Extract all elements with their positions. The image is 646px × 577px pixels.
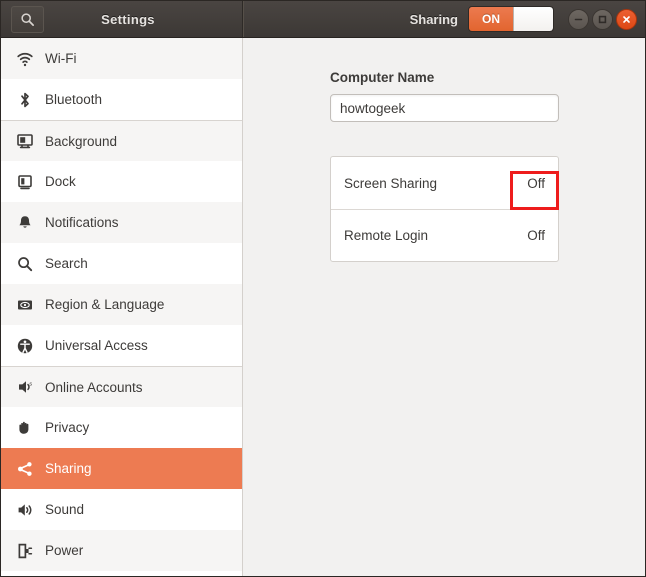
remote-login-row[interactable]: Remote Login Off bbox=[331, 209, 558, 261]
app-title: Settings bbox=[101, 11, 155, 27]
sidebar-item-label: Privacy bbox=[45, 420, 90, 435]
sidebar-item-label: Wi-Fi bbox=[45, 51, 77, 66]
sidebar-item-label: Search bbox=[45, 256, 88, 271]
sidebar-item-label: Sharing bbox=[45, 461, 92, 476]
sidebar-item-label: Dock bbox=[45, 174, 76, 189]
background-icon bbox=[11, 132, 39, 150]
titlebar-right-section: Sharing ON bbox=[243, 1, 645, 37]
settings-window: Settings Sharing ON Wi-Fi Bluetooth Back… bbox=[0, 0, 646, 577]
titlebar-left-section: Settings bbox=[1, 1, 244, 37]
toggle-on-label: ON bbox=[469, 7, 513, 31]
sidebar-item-universal-access[interactable]: Universal Access bbox=[1, 325, 242, 366]
toggle-knob bbox=[513, 7, 553, 31]
screen-sharing-status: Off bbox=[527, 175, 545, 191]
remote-login-label: Remote Login bbox=[344, 228, 429, 243]
sidebar-item-label: Online Accounts bbox=[45, 379, 143, 395]
screen-sharing-label: Screen Sharing bbox=[344, 175, 438, 191]
svg-text:s: s bbox=[29, 381, 32, 387]
region-language-icon bbox=[11, 296, 39, 314]
wifi-icon bbox=[11, 50, 39, 68]
sidebar-item-label: Background bbox=[45, 133, 118, 149]
sidebar-item-region-language[interactable]: Region & Language bbox=[1, 284, 242, 325]
sharing-panel-inner: Computer Name Screen Sharing Off Remote … bbox=[330, 70, 559, 262]
sidebar-item-sharing[interactable]: Sharing bbox=[1, 448, 242, 489]
sharing-master-toggle[interactable]: ON bbox=[468, 6, 554, 32]
computer-name-label: Computer Name bbox=[330, 70, 435, 85]
sidebar-item-label: Sound bbox=[45, 502, 85, 517]
sidebar-item-label: Notifications bbox=[45, 215, 119, 230]
dock-icon bbox=[11, 173, 39, 191]
maximize-button[interactable] bbox=[592, 8, 613, 30]
sidebar-item-power[interactable]: Power bbox=[1, 530, 242, 571]
minimize-icon bbox=[574, 15, 583, 24]
minimize-button[interactable] bbox=[568, 8, 589, 30]
window-content: Wi-Fi Bluetooth Background Dock Notifica… bbox=[1, 38, 645, 576]
screen-sharing-row[interactable]: Screen Sharing Off bbox=[331, 157, 558, 209]
sidebar-item-wifi[interactable]: Wi-Fi bbox=[1, 38, 242, 79]
close-button[interactable] bbox=[616, 8, 637, 30]
maximize-icon bbox=[598, 15, 607, 24]
sidebar-item-label: Region & Language bbox=[45, 297, 165, 312]
sidebar-item-label: Universal Access bbox=[45, 338, 148, 353]
search-icon bbox=[20, 12, 35, 27]
remote-login-status: Off bbox=[527, 228, 545, 243]
power-icon bbox=[11, 542, 39, 560]
privacy-icon bbox=[11, 419, 39, 437]
page-title: Sharing bbox=[409, 11, 458, 27]
search-button[interactable] bbox=[11, 5, 44, 33]
sharing-panel: Computer Name Screen Sharing Off Remote … bbox=[243, 38, 645, 576]
sharing-options-card: Screen Sharing Off Remote Login Off bbox=[330, 156, 559, 262]
sidebar-item-label: Power bbox=[45, 543, 84, 558]
online-accounts-icon: s bbox=[11, 378, 39, 396]
sidebar-item-dock[interactable]: Dock bbox=[1, 161, 242, 202]
window-controls bbox=[568, 8, 637, 30]
bluetooth-icon bbox=[11, 91, 39, 109]
sidebar-item-online-accounts[interactable]: s Online Accounts bbox=[1, 366, 242, 407]
sidebar-item-label: Bluetooth bbox=[45, 92, 103, 107]
search-icon bbox=[11, 255, 39, 273]
settings-sidebar: Wi-Fi Bluetooth Background Dock Notifica… bbox=[1, 38, 243, 576]
sidebar-item-search[interactable]: Search bbox=[1, 243, 242, 284]
sidebar-item-sound[interactable]: Sound bbox=[1, 489, 242, 530]
universal-access-icon bbox=[11, 337, 39, 355]
close-icon bbox=[622, 15, 631, 24]
computer-name-input[interactable] bbox=[330, 94, 559, 122]
sidebar-item-privacy[interactable]: Privacy bbox=[1, 407, 242, 448]
notifications-icon bbox=[11, 214, 39, 232]
sharing-icon bbox=[11, 460, 39, 478]
sidebar-item-bluetooth[interactable]: Bluetooth bbox=[1, 79, 242, 120]
titlebar: Settings Sharing ON bbox=[1, 1, 645, 38]
sidebar-item-background[interactable]: Background bbox=[1, 120, 242, 161]
sidebar-item-notifications[interactable]: Notifications bbox=[1, 202, 242, 243]
sound-icon bbox=[11, 501, 39, 519]
